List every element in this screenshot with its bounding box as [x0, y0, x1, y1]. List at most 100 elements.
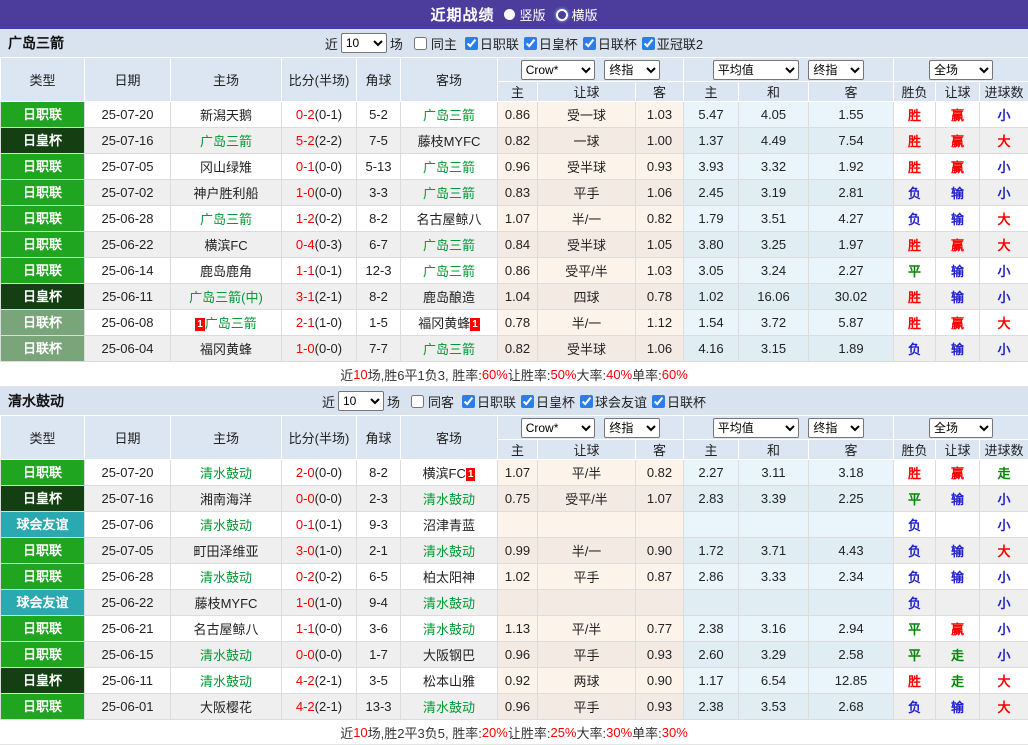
- odds-cell: 平手: [538, 694, 636, 720]
- league-cell: 日职联: [1, 206, 85, 232]
- score-cell: 1-2(0-2): [282, 206, 357, 232]
- away-team-cell: 柏太阳神: [401, 564, 498, 590]
- fulltime-score: 0-4: [296, 237, 315, 252]
- result-cell: 小: [980, 486, 1028, 512]
- scope-select[interactable]: 全场: [929, 60, 993, 80]
- league-filter[interactable]: 日皇杯: [524, 34, 578, 53]
- layout-horizontal-option[interactable]: 横版: [556, 5, 598, 24]
- summary-segment: 30%: [662, 725, 688, 740]
- corner-cell: 5-2: [357, 102, 401, 128]
- result-cell: 输: [936, 694, 980, 720]
- result-cell: 小: [980, 564, 1028, 590]
- league-cell: 球会友谊: [1, 512, 85, 538]
- scope-select[interactable]: 全场: [929, 418, 993, 438]
- team-text: 名古屋鲸八: [416, 212, 481, 227]
- league-filter[interactable]: 日皇杯: [521, 392, 575, 411]
- league-checkbox[interactable]: [580, 395, 593, 408]
- vertical-label: 竖版: [519, 5, 545, 24]
- avg-select[interactable]: 平均值: [713, 418, 799, 438]
- avg-cell: 1.97: [809, 232, 894, 258]
- league-checkbox[interactable]: [465, 37, 478, 50]
- col-header-avg-away: 客: [809, 82, 894, 102]
- league-badge: 日皇杯: [1, 668, 84, 693]
- score-cell: 0-4(0-3): [282, 232, 357, 258]
- league-filter[interactable]: 日联杯: [583, 34, 637, 53]
- filter-row: 清水鼓动 近 10 场 同客 日职联日皇杯球会友谊日联杯: [0, 387, 1028, 415]
- league-cell: 日联杯: [1, 336, 85, 362]
- league-checkbox[interactable]: [524, 37, 537, 50]
- league-badge: 日职联: [1, 258, 84, 283]
- date-cell: 25-06-28: [85, 564, 171, 590]
- away-team-cell: 广岛三箭: [401, 336, 498, 362]
- league-checkbox[interactable]: [521, 395, 534, 408]
- league-filter[interactable]: 日联杯: [652, 392, 706, 411]
- summary-segment: 大率:: [577, 723, 607, 742]
- odds-cell: 受半球: [538, 232, 636, 258]
- odds-cell: 平/半: [538, 460, 636, 486]
- col-header-corner: 角球: [357, 58, 401, 102]
- bookmaker-select[interactable]: Crow*: [521, 418, 595, 438]
- away-team-cell: 藤枝MYFC: [401, 128, 498, 154]
- filter-row: 广岛三箭 近 10 场 同主 日职联日皇杯日联杯亚冠联2: [0, 29, 1028, 57]
- avg-cell: 4.16: [684, 336, 739, 362]
- avg-cell: 4.43: [809, 538, 894, 564]
- avg-cell: 2.94: [809, 616, 894, 642]
- avg-select[interactable]: 平均值: [713, 60, 799, 80]
- result-cell: 平: [894, 616, 936, 642]
- avg-stage-select[interactable]: 终指: [808, 60, 864, 80]
- summary-segment: 20%: [482, 725, 508, 740]
- league-badge: 日联杯: [1, 336, 84, 361]
- avg-cell: [739, 512, 809, 538]
- league-filter[interactable]: 日职联: [462, 392, 516, 411]
- near-count-select[interactable]: 10: [341, 33, 387, 53]
- result-cell: 负: [894, 180, 936, 206]
- date-cell: 25-06-14: [85, 258, 171, 284]
- avg-stage-select[interactable]: 终指: [808, 418, 864, 438]
- odds-cell: 平手: [538, 642, 636, 668]
- odds-cell: 1.04: [498, 284, 538, 310]
- same-venue-checkbox[interactable]: [411, 395, 424, 408]
- date-cell: 25-06-28: [85, 206, 171, 232]
- home-team-cell: 藤枝MYFC: [171, 590, 282, 616]
- league-checkbox[interactable]: [583, 37, 596, 50]
- summary-segment: 场,胜6平1负3, 胜率:: [368, 365, 482, 384]
- bookmaker-select[interactable]: Crow*: [521, 60, 595, 80]
- odds-cell: 0.96: [498, 154, 538, 180]
- same-venue-checkbox[interactable]: [414, 37, 427, 50]
- corner-cell: 8-2: [357, 206, 401, 232]
- team-section: 清水鼓动 近 10 场 同客 日职联日皇杯球会友谊日联杯 类型 日期 主场 比分…: [0, 387, 1028, 745]
- date-cell: 25-06-15: [85, 642, 171, 668]
- layout-vertical-option[interactable]: 竖版: [504, 5, 545, 24]
- odds-stage-select[interactable]: 终指: [604, 60, 660, 80]
- score-cell: 0-0(0-0): [282, 486, 357, 512]
- date-cell: 25-06-21: [85, 616, 171, 642]
- avg-cell: 5.47: [684, 102, 739, 128]
- odds-cell: 半/一: [538, 206, 636, 232]
- match-row: 球会友谊25-07-06清水鼓动0-1(0-1)9-3沼津青蓝负小: [1, 512, 1028, 538]
- league-checkbox[interactable]: [642, 37, 655, 50]
- summary-segment: 让胜率:: [508, 365, 551, 384]
- league-checkbox[interactable]: [462, 395, 475, 408]
- record-summary: 近10场,胜6平1负3, 胜率:60% 让胜率:50% 大率:40% 单率:60…: [0, 362, 1028, 387]
- date-cell: 25-07-02: [85, 180, 171, 206]
- result-cell: 小: [980, 512, 1028, 538]
- score-cell: 1-1(0-1): [282, 258, 357, 284]
- team-text: 广岛三箭: [423, 108, 475, 123]
- league-filter[interactable]: 球会友谊: [580, 392, 647, 411]
- odds-cell: 0.86: [498, 258, 538, 284]
- summary-segment: 30%: [606, 725, 632, 740]
- score-cell: 3-1(2-1): [282, 284, 357, 310]
- league-filter[interactable]: 日职联: [465, 34, 519, 53]
- near-count-select[interactable]: 10: [338, 391, 384, 411]
- league-filter[interactable]: 亚冠联2: [642, 34, 703, 53]
- avg-cell: 2.68: [809, 694, 894, 720]
- league-badge: 日职联: [1, 538, 84, 563]
- avg-cell: 3.19: [739, 180, 809, 206]
- odds-stage-select[interactable]: 终指: [604, 418, 660, 438]
- col-header-avg-away: 客: [809, 440, 894, 460]
- result-cell: 小: [980, 616, 1028, 642]
- league-checkbox[interactable]: [652, 395, 665, 408]
- team-text: 清水鼓动: [200, 570, 252, 585]
- date-cell: 25-07-05: [85, 538, 171, 564]
- league-badge: 日职联: [1, 694, 84, 719]
